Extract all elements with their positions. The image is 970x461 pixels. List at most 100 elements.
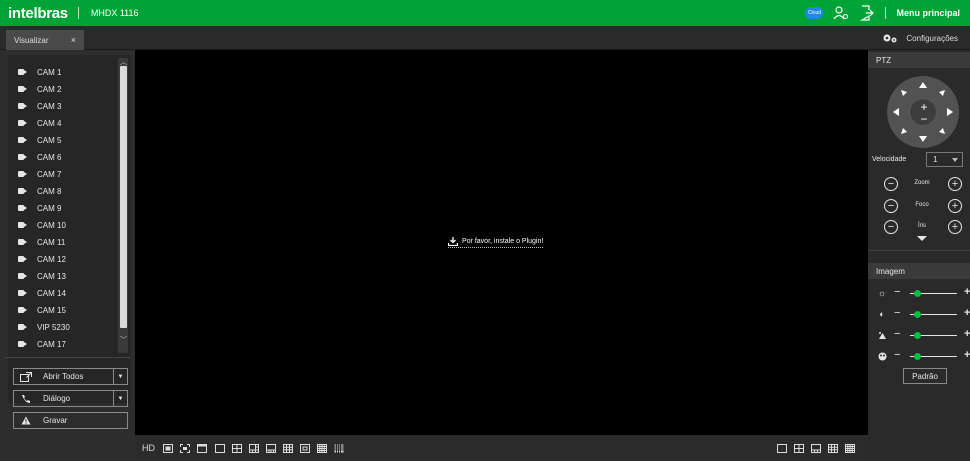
camera-label: CAM 10 [37, 220, 66, 230]
view-nine-icon[interactable] [828, 443, 838, 453]
camera-item[interactable]: CAM 13 [18, 268, 66, 284]
record-button[interactable]: Gravar [13, 412, 128, 429]
camera-item[interactable]: CAM 14 [18, 285, 66, 301]
expand-caret-icon[interactable] [917, 236, 927, 241]
layout-6-icon[interactable] [249, 443, 259, 453]
open-all-label: Abrir Todos [43, 372, 84, 381]
layout-8-icon[interactable] [266, 443, 276, 453]
speed-select[interactable]: 1 [926, 152, 963, 167]
brightness-decrease-button[interactable]: − [894, 286, 900, 298]
layout-13-icon[interactable] [300, 443, 310, 453]
iris-label: Íris [918, 223, 926, 229]
device-model: MHDX 1116 [90, 8, 139, 18]
hd-button[interactable]: HD [142, 443, 155, 453]
layout-9-icon[interactable] [283, 443, 293, 453]
camera-item[interactable]: CAM 5 [18, 132, 61, 148]
header-divider-right [885, 7, 887, 19]
top-right-controls: Cloud Menu principal [805, 0, 960, 26]
caret-down-icon[interactable]: ▼ [113, 391, 127, 406]
camera-item[interactable]: CAM 10 [18, 217, 66, 233]
zoom-plus-button[interactable]: + [948, 177, 962, 191]
open-all-button[interactable]: Abrir Todos ▼ [13, 368, 128, 385]
chevron-up-icon[interactable]: ︿ [120, 58, 127, 66]
camera-item[interactable]: VIP 5230 [18, 319, 70, 335]
focus-minus-button[interactable]: − [884, 199, 898, 213]
ptz-section-header[interactable]: PTZ [868, 52, 970, 68]
camera-item[interactable]: CAM 11 [18, 234, 65, 250]
camera-item[interactable]: CAM 7 [18, 166, 61, 182]
saturation-slider-handle[interactable] [914, 332, 922, 339]
camera-item[interactable]: CAM 9 [18, 200, 61, 216]
layout-25-icon[interactable] [334, 443, 344, 453]
camera-item[interactable]: CAM 2 [18, 81, 61, 97]
brightness-increase-button[interactable]: + [964, 286, 970, 298]
fullscreen-icon[interactable] [180, 443, 190, 453]
arrow-up-icon [919, 82, 927, 88]
camera-item[interactable]: CAM 4 [18, 115, 61, 131]
main-menu-link[interactable]: Menu principal [896, 8, 960, 18]
camera-label: CAM 4 [37, 118, 62, 128]
contrast-decrease-button[interactable]: − [894, 307, 900, 319]
image-section-header[interactable]: Imagem [868, 263, 970, 279]
brightness-slider-handle[interactable] [914, 290, 922, 297]
ptz-joystick[interactable]: + − [887, 76, 959, 148]
speed-value: 1 [933, 155, 938, 164]
camera-item[interactable]: CAM 15 [18, 302, 66, 318]
camera-label: CAM 13 [37, 271, 66, 281]
dialog-button[interactable]: Diálogo ▼ [13, 390, 128, 407]
zoom-minus-button[interactable]: − [884, 177, 898, 191]
hue-decrease-button[interactable]: − [894, 349, 900, 361]
layout-4-icon[interactable] [232, 443, 242, 453]
snapshot-icon[interactable] [163, 443, 173, 453]
camera-item[interactable]: CAM 3 [18, 98, 61, 114]
view-sixteen-icon[interactable] [845, 443, 855, 453]
camera-item[interactable]: CAM 17 [18, 336, 66, 352]
focus-plus-button[interactable]: + [948, 199, 962, 213]
layout-1-icon[interactable] [215, 443, 225, 453]
user-icon[interactable] [833, 5, 849, 21]
top-bar: intelbras MHDX 1116 Cloud Menu principal [0, 0, 970, 26]
camera-label: CAM 1 [37, 67, 62, 77]
settings-label: Configurações [906, 33, 958, 43]
view-single-icon[interactable] [777, 443, 787, 453]
saturation-decrease-button[interactable]: − [894, 328, 900, 340]
caret-down-icon[interactable]: ▼ [113, 369, 127, 384]
camera-icon [18, 307, 27, 313]
open-window-icon [17, 371, 35, 382]
iris-plus-button[interactable]: + [948, 220, 962, 234]
scrollbar-thumb[interactable] [120, 66, 127, 328]
zoom-row: − Zoom + [878, 177, 968, 193]
settings-button[interactable]: Configurações [882, 30, 958, 46]
saturation-icon [876, 329, 888, 341]
tab-label: Visualizar [14, 35, 49, 45]
caret-down-icon [952, 158, 958, 162]
install-plugin-link[interactable]: Por favor, instale o Plugin! [448, 237, 544, 248]
camera-item[interactable]: CAM 12 [18, 251, 66, 267]
camera-label: CAM 9 [37, 203, 62, 213]
contrast-slider-handle[interactable] [914, 311, 922, 318]
camera-label: CAM 15 [37, 305, 66, 315]
tab-visualizar[interactable]: Visualizar × [6, 30, 84, 50]
close-icon[interactable]: × [71, 35, 76, 45]
camera-label: CAM 12 [37, 254, 66, 264]
view-eight-icon[interactable] [811, 443, 821, 453]
window-icon[interactable] [197, 443, 207, 453]
joystick-center[interactable]: + − [909, 98, 937, 126]
logout-icon[interactable] [859, 5, 875, 21]
saturation-increase-button[interactable]: + [964, 328, 970, 340]
camera-item[interactable]: CAM 6 [18, 149, 61, 165]
video-viewport[interactable]: Por favor, instale o Plugin! [135, 50, 868, 435]
hue-slider-handle[interactable] [914, 353, 922, 360]
contrast-increase-button[interactable]: + [964, 307, 970, 319]
camera-item[interactable]: CAM 8 [18, 183, 61, 199]
default-button[interactable]: Padrão [903, 368, 947, 384]
zoom-out-icon[interactable]: − [910, 113, 938, 125]
hue-increase-button[interactable]: + [964, 349, 970, 361]
tab-strip: Visualizar × Configurações [0, 26, 970, 50]
camera-item[interactable]: CAM 1 [18, 64, 61, 80]
view-quad-icon[interactable] [794, 443, 804, 453]
chevron-down-icon[interactable]: ﹀ [120, 336, 127, 344]
iris-minus-button[interactable]: − [884, 220, 898, 234]
cloud-icon[interactable]: Cloud [805, 7, 824, 19]
layout-16-icon[interactable] [317, 443, 327, 453]
